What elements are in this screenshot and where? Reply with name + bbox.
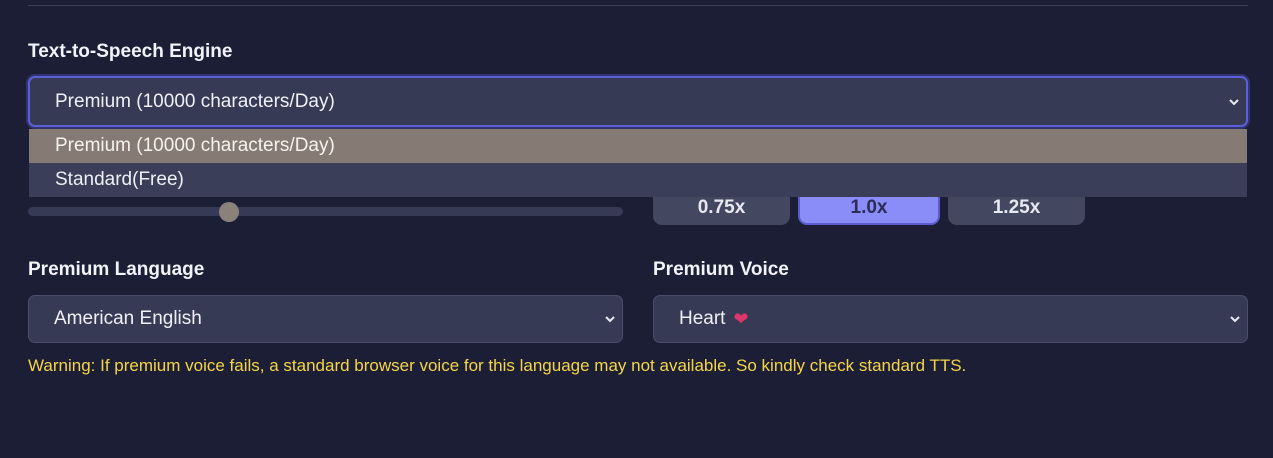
- voice-label: Premium Voice: [653, 259, 789, 280]
- language-select[interactable]: American English: [28, 295, 623, 343]
- voice-select-value: Heart: [679, 308, 726, 329]
- chevron-down-icon: [1229, 313, 1241, 325]
- engine-label: Text-to-Speech Engine: [28, 41, 233, 62]
- engine-select-value: Premium (10000 characters/Day): [55, 90, 335, 112]
- engine-dropdown-list: Premium (10000 characters/Day) Standard(…: [29, 129, 1247, 197]
- speed-slider-track[interactable]: [28, 207, 623, 216]
- engine-option-standard[interactable]: Standard(Free): [29, 163, 1247, 197]
- language-select-value: American English: [54, 308, 202, 329]
- engine-select[interactable]: Premium (10000 characters/Day): [28, 76, 1248, 127]
- engine-option-premium[interactable]: Premium (10000 characters/Day): [29, 129, 1247, 163]
- voice-select[interactable]: Heart ❤: [653, 295, 1248, 343]
- speed-slider-thumb[interactable]: [219, 202, 239, 222]
- chevron-down-icon: [604, 313, 616, 325]
- warning-text: Warning: If premium voice fails, a stand…: [28, 356, 967, 375]
- chevron-down-icon: [1228, 96, 1240, 108]
- heart-icon: ❤: [733, 308, 749, 329]
- language-label: Premium Language: [28, 259, 205, 280]
- top-divider: [28, 5, 1248, 6]
